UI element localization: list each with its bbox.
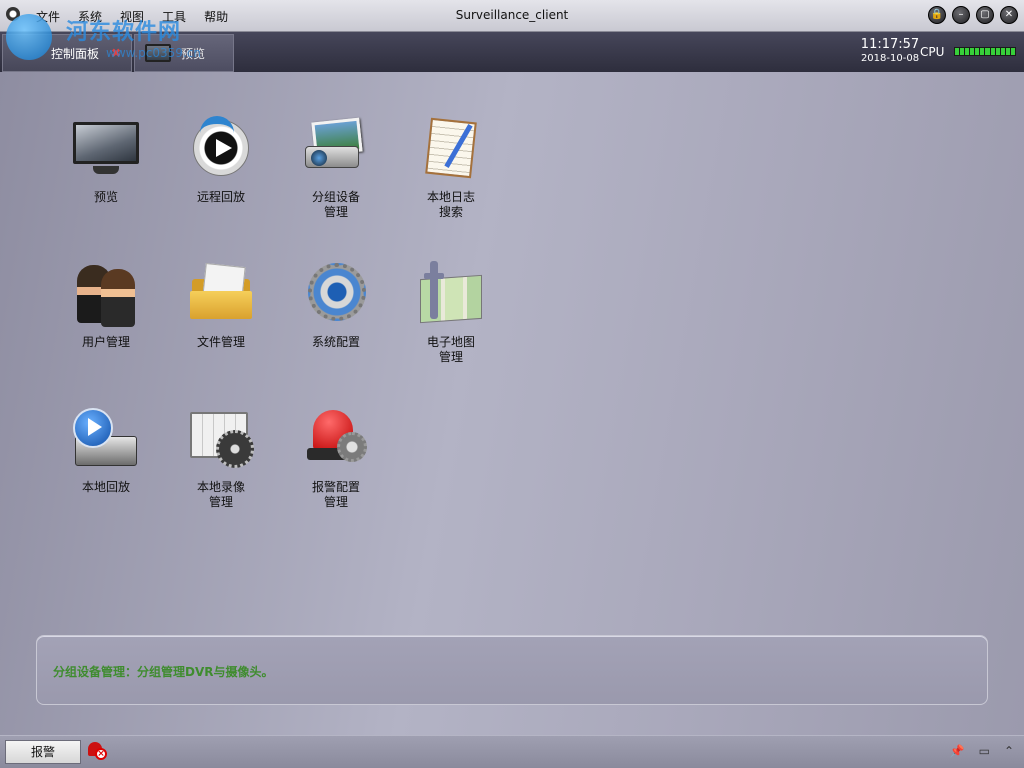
tile-local-recording[interactable]: 本地录像 管理 [171, 406, 271, 510]
camera-icon [301, 116, 371, 182]
tile-label: 远程回放 [196, 190, 245, 204]
collapse-icon[interactable]: ⌃ [1004, 744, 1014, 758]
tile-label: 分组设备 管理 [311, 190, 360, 219]
tile-label: 本地回放 [81, 480, 130, 494]
tile-file-management[interactable]: 文件管理 [171, 261, 271, 350]
local-playback-icon [71, 406, 141, 472]
monitor-icon [71, 116, 141, 182]
close-button[interactable]: ✕ [1000, 6, 1018, 24]
window-title: Surveillance_client [455, 8, 569, 22]
tile-remote-playback[interactable]: 远程回放 [171, 116, 271, 205]
tile-label: 报警配置 管理 [311, 480, 360, 509]
tab-control-panel-label: 控制面板 [51, 46, 100, 61]
tile-emap[interactable]: 电子地图 管理 [401, 261, 501, 365]
tab-preview[interactable]: 预览 [134, 34, 234, 72]
tile-preview[interactable]: 预览 [56, 116, 156, 205]
clock-date: 2018-10-08 [860, 53, 920, 64]
tile-alarm-config[interactable]: 报警配置 管理 [286, 406, 386, 510]
minimize-button[interactable]: – [952, 6, 970, 24]
status-controls: 📌 ▭ ⌃ [950, 744, 1014, 758]
clock-time: 11:17:57 [860, 37, 920, 52]
cpu-label: CPU [920, 45, 945, 59]
window-icon[interactable]: ▭ [979, 744, 990, 758]
tile-group-device[interactable]: 分组设备 管理 [286, 116, 386, 220]
tile-system-config[interactable]: 系统配置 [286, 261, 386, 350]
tile-label: 电子地图 管理 [426, 335, 475, 364]
tile-user-management[interactable]: 用户管理 [56, 261, 156, 350]
users-icon [71, 261, 141, 327]
info-panel: 分组设备管理：分组管理DVR与摄像头。 [36, 635, 988, 705]
log-search-icon [416, 116, 486, 182]
alarm-button[interactable]: 报警 [5, 740, 81, 764]
tile-label: 用户管理 [81, 335, 130, 349]
info-text: 分组设备管理：分组管理DVR与摄像头。 [53, 665, 274, 679]
clock: 11:17:57 2018-10-08 [858, 38, 922, 65]
gear-icon [301, 261, 371, 327]
window-controls: 🔒 – ▢ ✕ [928, 6, 1018, 24]
tile-local-playback[interactable]: 本地回放 [56, 406, 156, 495]
alarm-disabled-icon[interactable]: × [88, 742, 107, 760]
tile-label: 系统配置 [311, 335, 360, 349]
tab-preview-label: 预览 [181, 46, 206, 61]
alarm-icon [301, 406, 371, 472]
tile-label: 预览 [93, 190, 118, 204]
map-icon [416, 261, 486, 327]
status-bar: 报警 × 📌 ▭ ⌃ [0, 735, 1024, 768]
folder-icon [186, 261, 256, 327]
tile-label: 文件管理 [196, 335, 245, 349]
remote-playback-icon [186, 116, 256, 182]
tile-log-search[interactable]: 本地日志 搜索 [401, 116, 501, 220]
maximize-button[interactable]: ▢ [976, 6, 994, 24]
title-bar: 文件 系统 视图 工具 帮助 Surveillance_client 🔒 – ▢… [0, 0, 1024, 32]
tab-close-icon[interactable]: ✖ [111, 46, 121, 60]
lock-icon[interactable]: 🔒 [928, 6, 946, 24]
tile-label: 本地录像 管理 [196, 480, 245, 509]
tile-label: 本地日志 搜索 [426, 190, 475, 219]
monitor-icon [145, 44, 171, 62]
pin-icon[interactable]: 📌 [950, 744, 965, 758]
cpu-meter [954, 47, 1016, 56]
control-panel: 预览 远程回放 分组设备 管理 本地日志 搜索 用户管理 文件管理 系统配置 电… [0, 72, 1024, 735]
recording-icon [186, 406, 256, 472]
tab-control-panel[interactable]: 控制面板 ✖ [2, 34, 132, 72]
